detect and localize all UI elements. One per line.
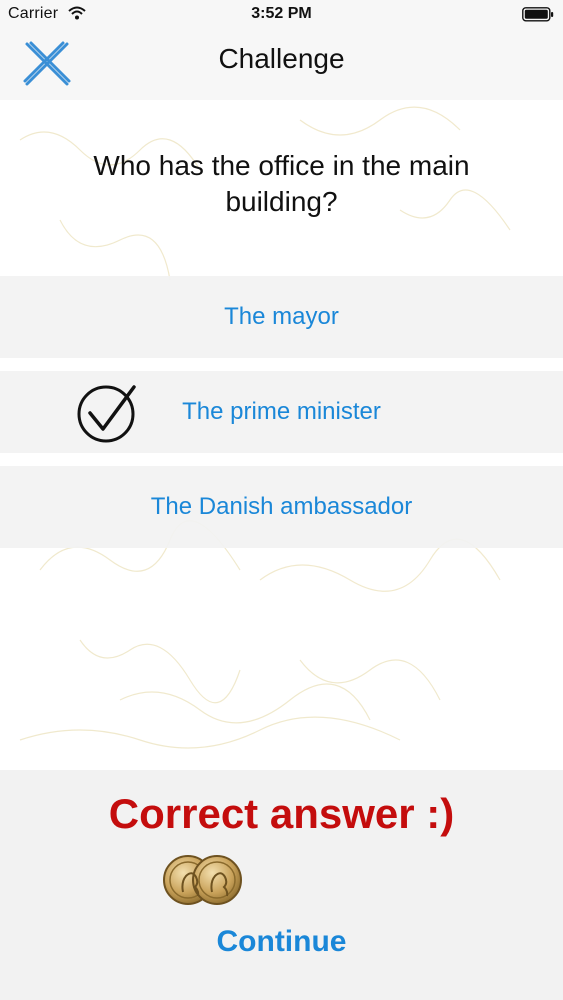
answer-option-3[interactable]: The Danish ambassador (0, 466, 563, 548)
answer-label: The prime minister (182, 398, 381, 425)
answer-label: The mayor (224, 303, 339, 330)
result-message: Correct answer :) (108, 790, 455, 837)
answer-option-2[interactable]: The prime minister (0, 371, 563, 453)
answer-label: The Danish ambassador (150, 493, 413, 520)
result-panel: Correct answer :) Continue (0, 770, 563, 1000)
continue-button[interactable]: Continue (0, 925, 563, 959)
status-time: 3:52 PM (251, 5, 312, 22)
page-title: Challenge (218, 43, 345, 74)
navigation-bar: Challenge (0, 30, 563, 100)
question-text: Who has the office in the main building? (93, 150, 470, 217)
status-bar: Carrier 3:52 PM (0, 0, 563, 30)
battery-icon (522, 7, 554, 22)
answer-option-1[interactable]: The mayor (0, 276, 563, 358)
challenge-screen: Carrier 3:52 PM Challenge Who has the of… (0, 0, 563, 1000)
coins-icon (163, 855, 242, 905)
